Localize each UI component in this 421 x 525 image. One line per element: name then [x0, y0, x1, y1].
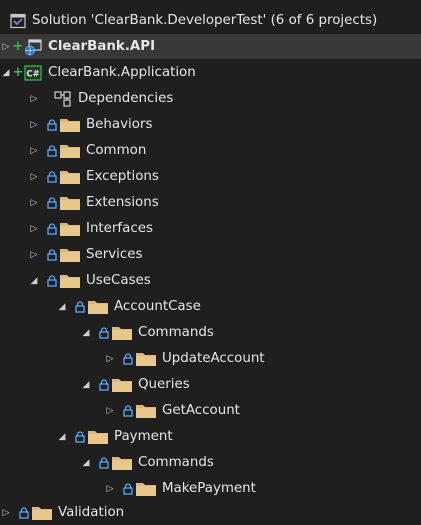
folder-label: UpdateAccount — [162, 351, 265, 366]
folder-label: Commands — [138, 455, 214, 470]
chevron-right-icon[interactable]: ▷ — [0, 42, 12, 52]
chevron-right-icon[interactable]: ▷ — [0, 508, 12, 518]
chevron-right-icon[interactable]: ▷ — [104, 354, 116, 364]
chevron-down-icon[interactable]: ◢ — [28, 276, 40, 286]
lock-icon — [46, 170, 58, 183]
project-label: ClearBank.API — [48, 39, 156, 54]
lock-icon — [46, 274, 58, 287]
folder-icon — [136, 482, 156, 496]
lock-icon — [74, 430, 86, 443]
tree-item-queries[interactable]: ◢ Queries — [0, 372, 421, 397]
chevron-down-icon[interactable]: ◢ — [80, 458, 92, 468]
solution-node[interactable]: Solution 'ClearBank.DeveloperTest' (6 of… — [0, 8, 421, 33]
folder-label: Behaviors — [86, 117, 153, 132]
folder-label: AccountCase — [114, 299, 201, 314]
folder-icon — [136, 352, 156, 366]
solution-label: Solution 'ClearBank.DeveloperTest' (6 of… — [32, 13, 378, 28]
tree-item-common[interactable]: ▷ Common — [0, 138, 421, 163]
chevron-down-icon[interactable]: ◢ — [80, 328, 92, 338]
folder-icon — [60, 196, 80, 210]
project-label: ClearBank.Application — [48, 65, 196, 80]
tree-item-interfaces[interactable]: ▷ Interfaces — [0, 216, 421, 241]
chevron-right-icon[interactable]: ▷ — [104, 406, 116, 416]
folder-label: GetAccount — [162, 403, 240, 418]
folder-label: Common — [86, 143, 147, 158]
tree-item-clearbank-api[interactable]: ▷ + ClearBank.API — [0, 34, 421, 59]
folder-label: MakePayment — [162, 481, 256, 496]
folder-icon — [60, 274, 80, 288]
folder-icon — [60, 170, 80, 184]
chevron-down-icon[interactable]: ◢ — [0, 68, 12, 78]
tree-item-behaviors[interactable]: ▷ Behaviors — [0, 112, 421, 137]
tree-item-services[interactable]: ▷ Services — [0, 242, 421, 267]
solution-icon — [10, 13, 26, 29]
chevron-right-icon[interactable]: ▷ — [28, 198, 40, 208]
tree-item-update-account[interactable]: ▷ UpdateAccount — [0, 346, 421, 371]
lock-icon — [46, 144, 58, 157]
add-icon: + — [12, 39, 24, 54]
tree-item-accountcase[interactable]: ◢ AccountCase — [0, 294, 421, 319]
folder-label: Payment — [114, 429, 173, 444]
csharp-project-icon: C# — [24, 64, 42, 81]
web-project-icon — [24, 38, 42, 56]
tree-item-payment-commands[interactable]: ◢ Commands — [0, 450, 421, 475]
folder-label: Services — [86, 247, 143, 262]
lock-icon — [98, 378, 110, 391]
lock-icon — [122, 404, 134, 417]
folder-label: Extensions — [86, 195, 159, 210]
folder-icon — [136, 404, 156, 418]
lock-icon — [98, 326, 110, 339]
lock-icon — [74, 300, 86, 313]
tree-item-extensions[interactable]: ▷ Extensions — [0, 190, 421, 215]
lock-icon — [122, 482, 134, 495]
lock-icon — [18, 506, 30, 519]
folder-icon — [60, 144, 80, 158]
tree-item-validation[interactable]: ▷ Validation — [0, 500, 421, 525]
tree-item-payment[interactable]: ◢ Payment — [0, 424, 421, 449]
folder-icon — [112, 456, 132, 470]
chevron-right-icon[interactable]: ▷ — [28, 120, 40, 130]
folder-icon — [32, 506, 52, 520]
tree-item-clearbank-application[interactable]: ◢ + C# ClearBank.Application — [0, 60, 421, 85]
chevron-down-icon[interactable]: ◢ — [56, 432, 68, 442]
folder-icon — [112, 378, 132, 392]
folder-label: Queries — [138, 377, 190, 392]
folder-label: UseCases — [86, 273, 151, 288]
svg-text:C#: C# — [26, 69, 39, 79]
folder-label: Validation — [58, 505, 125, 520]
chevron-right-icon[interactable]: ▷ — [28, 94, 40, 104]
tree-item-usecases[interactable]: ◢ UseCases — [0, 268, 421, 293]
tree-item-accountcase-commands[interactable]: ◢ Commands — [0, 320, 421, 345]
chevron-right-icon[interactable]: ▷ — [28, 224, 40, 234]
lock-icon — [98, 456, 110, 469]
folder-label: Commands — [138, 325, 214, 340]
chevron-right-icon[interactable]: ▷ — [28, 172, 40, 182]
folder-icon — [88, 300, 108, 314]
tree-item-dependencies[interactable]: ▷ Dependencies — [0, 86, 421, 111]
folder-label: Interfaces — [86, 221, 153, 236]
chevron-down-icon[interactable]: ◢ — [56, 302, 68, 312]
node-label: Dependencies — [78, 91, 174, 106]
folder-icon — [60, 248, 80, 262]
chevron-right-icon[interactable]: ▷ — [28, 146, 40, 156]
tree-item-exceptions[interactable]: ▷ Exceptions — [0, 164, 421, 189]
folder-icon — [60, 118, 80, 132]
lock-icon — [122, 352, 134, 365]
dependencies-icon — [54, 90, 72, 107]
chevron-right-icon[interactable]: ▷ — [104, 484, 116, 494]
lock-icon — [46, 196, 58, 209]
folder-label: Exceptions — [86, 169, 159, 184]
tree-item-make-payment[interactable]: ▷ MakePayment — [0, 476, 421, 501]
folder-icon — [88, 430, 108, 444]
chevron-down-icon[interactable]: ◢ — [80, 380, 92, 390]
lock-icon — [46, 118, 58, 131]
tree-item-get-account[interactable]: ▷ GetAccount — [0, 398, 421, 423]
folder-icon — [112, 326, 132, 340]
lock-icon — [46, 248, 58, 261]
lock-icon — [46, 222, 58, 235]
folder-icon — [60, 222, 80, 236]
chevron-right-icon[interactable]: ▷ — [28, 250, 40, 260]
add-icon: + — [12, 65, 24, 80]
